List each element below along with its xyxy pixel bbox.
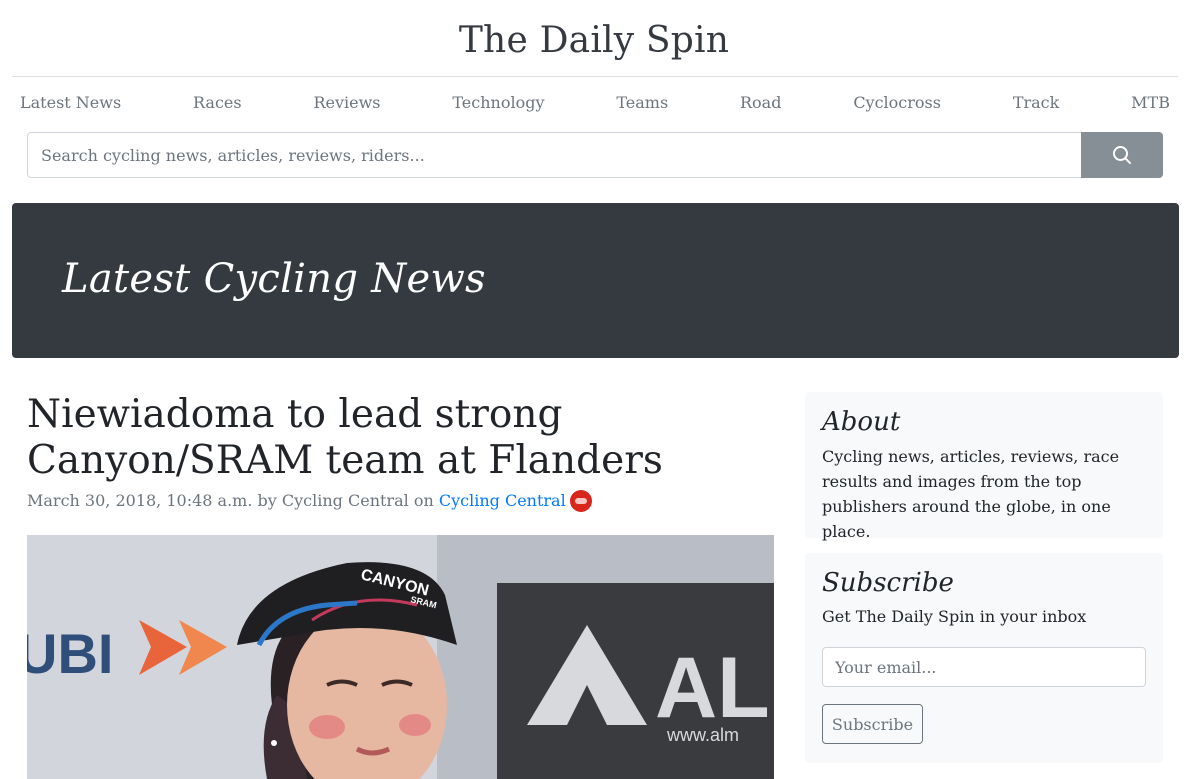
subscribe-card: Subscribe Get The Daily Spin in your inb… xyxy=(805,553,1163,763)
subscribe-text: Get The Daily Spin in your inbox xyxy=(822,607,1087,626)
nav-reviews[interactable]: Reviews xyxy=(313,93,380,112)
nav-mtb[interactable]: MTB xyxy=(1131,93,1170,112)
search-bar xyxy=(27,132,1163,178)
article-image[interactable]: ALN www.alm UBI CANYON SRAM xyxy=(27,535,774,779)
banner-right-text: ALN xyxy=(655,640,774,736)
banner-small-text: www.alm xyxy=(666,725,739,745)
search-icon xyxy=(1113,146,1131,164)
nav-road[interactable]: Road xyxy=(740,93,781,112)
email-field[interactable] xyxy=(822,647,1146,687)
hero-title: Latest Cycling News xyxy=(62,256,486,302)
about-title: About xyxy=(822,407,901,437)
source-link[interactable]: Cycling Central xyxy=(439,490,566,512)
main-nav: Latest News Races Reviews Technology Tea… xyxy=(20,88,1170,116)
about-text: Cycling news, articles, reviews, race re… xyxy=(822,447,1120,541)
search-input[interactable] xyxy=(27,132,1081,178)
title-divider xyxy=(12,76,1178,77)
article-date-author: March 30, 2018, 10:48 a.m. by Cycling Ce… xyxy=(27,491,439,510)
search-button[interactable] xyxy=(1081,132,1163,178)
nav-track[interactable]: Track xyxy=(1013,93,1060,112)
article-photo: ALN www.alm UBI CANYON SRAM xyxy=(27,535,774,779)
subscribe-title: Subscribe xyxy=(822,568,954,598)
nav-races[interactable]: Races xyxy=(193,93,242,112)
nav-latest-news[interactable]: Latest News xyxy=(20,93,121,112)
nav-technology[interactable]: Technology xyxy=(452,93,544,112)
site-title[interactable]: The Daily Spin xyxy=(0,14,1188,68)
article-meta: March 30, 2018, 10:48 a.m. by Cycling Ce… xyxy=(27,490,592,512)
banner-left-text: UBI xyxy=(27,622,113,685)
nav-cyclocross[interactable]: Cyclocross xyxy=(853,93,941,112)
about-card: About Cycling news, articles, reviews, r… xyxy=(805,392,1163,541)
source-logo-icon xyxy=(569,490,592,512)
article-title[interactable]: Niewiadoma to lead strong Canyon/SRAM te… xyxy=(27,392,787,484)
nav-teams[interactable]: Teams xyxy=(616,93,668,112)
hero-banner: Latest Cycling News xyxy=(12,203,1179,358)
subscribe-button[interactable]: Subscribe xyxy=(822,704,923,744)
